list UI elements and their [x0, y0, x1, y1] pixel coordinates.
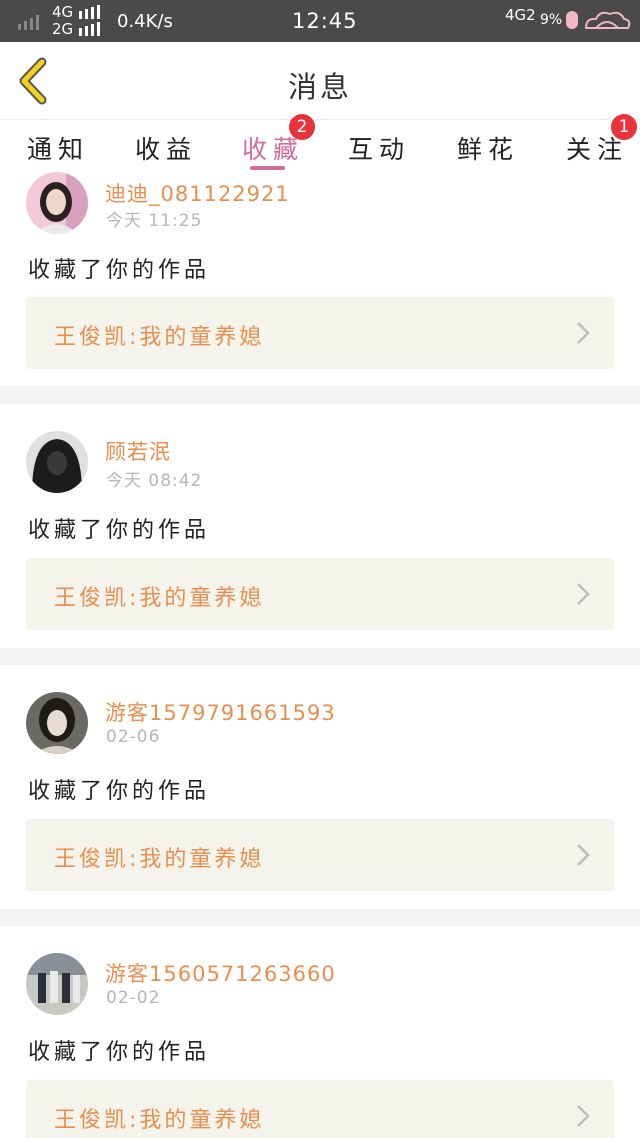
action-text: 收藏了你的作品 — [28, 518, 211, 543]
username[interactable]: 顾若泯 — [105, 436, 171, 466]
chevron-right-icon — [577, 322, 590, 344]
timestamp: 今天 11:25 — [106, 211, 203, 231]
status-bar: 4G 2G 0.4K/s 12:45 4G2 9% — [0, 0, 640, 42]
chevron-right-icon — [577, 1105, 590, 1127]
signal-icon — [18, 15, 39, 30]
tab-bar: 通知 收益 收藏 2 互动 鲜花 关注 1 — [0, 114, 640, 176]
timestamp: 今天 08:42 — [106, 471, 203, 491]
clock: 12:45 — [292, 9, 358, 33]
timestamp: 02-02 — [106, 988, 161, 1008]
tab-earnings[interactable]: 收益 — [135, 130, 197, 166]
work-link[interactable]: 王俊凯:我的童养媳 — [26, 297, 614, 369]
navigation-bar: 消息 — [0, 42, 640, 120]
page-title: 消息 — [287, 70, 352, 104]
chevron-right-icon — [577, 844, 590, 866]
work-title: 王俊凯:我的童养媳 — [54, 847, 265, 872]
avatar-girl-pink-icon[interactable] — [26, 172, 88, 234]
following-badge: 1 — [611, 114, 637, 140]
signal-bars-icon — [79, 5, 101, 19]
work-title: 王俊凯:我的童养媳 — [54, 325, 265, 350]
chevron-right-icon — [577, 583, 590, 605]
favorites-badge: 2 — [289, 114, 315, 140]
username[interactable]: 游客1579791661593 — [105, 697, 336, 727]
signal-bars-icon — [79, 22, 101, 36]
message-card[interactable]: 游客1560571263660 02-02 收藏了你的作品 王俊凯:我的童养媳 — [0, 926, 640, 1138]
network-type-bottom: 2G — [52, 20, 74, 38]
username[interactable]: 迪迪_081122921 — [105, 178, 290, 208]
work-title: 王俊凯:我的童养媳 — [54, 586, 265, 611]
username[interactable]: 游客1560571263660 — [105, 958, 336, 988]
timestamp: 02-06 — [106, 727, 161, 747]
avatar-group-outdoor-icon[interactable] — [26, 953, 88, 1015]
network-speed: 0.4K/s — [117, 11, 173, 32]
work-link[interactable]: 王俊凯:我的童养媳 — [26, 819, 614, 891]
tab-interactions[interactable]: 互动 — [348, 130, 410, 166]
message-card[interactable]: 顾若泯 今天 08:42 收藏了你的作品 王俊凯:我的童养媳 — [0, 404, 640, 648]
battery-percent: 9% — [540, 12, 563, 28]
network-indicator: 4G 2G — [52, 5, 101, 39]
action-text: 收藏了你的作品 — [28, 258, 211, 283]
work-link[interactable]: 王俊凯:我的童养媳 — [26, 558, 614, 630]
action-text: 收藏了你的作品 — [28, 1040, 211, 1065]
tab-notifications[interactable]: 通知 — [27, 130, 89, 166]
tab-flowers[interactable]: 鲜花 — [457, 130, 519, 166]
action-text: 收藏了你的作品 — [28, 779, 211, 804]
avatar-hooded-dark-icon[interactable] — [26, 431, 88, 493]
message-card[interactable]: 游客1579791661593 02-06 收藏了你的作品 王俊凯:我的童养媳 — [0, 665, 640, 909]
active-tab-indicator — [250, 166, 285, 170]
work-title: 王俊凯:我的童养媳 — [54, 1108, 265, 1133]
network-type-top: 4G — [52, 3, 74, 21]
network-type-right: 4G2 — [505, 6, 536, 24]
work-link[interactable]: 王俊凯:我的童养媳 — [26, 1080, 614, 1138]
cloud-rainbow-icon — [584, 11, 631, 29]
avatar-girl-dark-icon[interactable] — [26, 692, 88, 754]
message-card[interactable]: 迪迪_081122921 今天 11:25 收藏了你的作品 王俊凯:我的童养媳 — [0, 172, 640, 386]
battery-icon — [566, 11, 578, 29]
